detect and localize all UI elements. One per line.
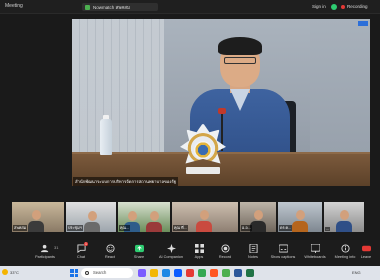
search-icon [85, 271, 89, 275]
whiteboards-button[interactable]: Whiteboards [298, 244, 332, 259]
recording-dot-icon [341, 5, 345, 9]
glasses [224, 57, 256, 64]
language-indicator[interactable]: ENG [352, 270, 361, 275]
app-icon[interactable] [210, 269, 218, 277]
meeting-toolbar: Participants 31 Chat 1 React Share AI Co… [0, 240, 380, 266]
weather-temp: 33°C [10, 269, 19, 275]
title-bar: Meeting Nowmatch สพคสม Sign in Recording [0, 0, 380, 14]
show-captions-button[interactable]: Show captions [266, 244, 300, 259]
participant-thumbnail[interactable]: ... [324, 202, 364, 232]
thumbnail-caption: สพคสม [13, 225, 28, 231]
thumbnail-caption: คุณ ที่... [173, 225, 188, 231]
security-shield-icon[interactable] [331, 4, 337, 10]
chat-badge: 1 [84, 242, 88, 246]
show-captions-label: Show captions [270, 255, 296, 259]
zoom-icon[interactable] [174, 269, 182, 277]
notes-button[interactable]: Notes [236, 244, 270, 259]
notes-icon [248, 244, 258, 253]
captions-icon [278, 244, 288, 253]
speaker-name-tag: สำนักพัฒนาระบบการบริหารจัดการสถานพยาบาลข… [73, 177, 179, 186]
participant-thumbnails: สพคสม ประชุมฯ คุณ... คุณ ที่... อ.อ... ด… [12, 202, 370, 232]
participant-thumbnail[interactable]: คุณ ที่... [172, 202, 238, 232]
share-icon [134, 244, 144, 253]
leave-label: Leave [360, 255, 372, 259]
water-bottle [100, 119, 112, 155]
thumbnail-caption: ดร.ค... [279, 225, 293, 231]
sun-icon [2, 269, 8, 275]
line-icon[interactable] [222, 269, 230, 277]
taskbar-search-placeholder: Search [93, 270, 107, 275]
speaker-view-pill[interactable]: Nowmatch สพคสม [82, 3, 158, 11]
participants-count: 31 [54, 245, 59, 250]
app-icon[interactable] [138, 269, 146, 277]
os-taskbar: 33°C Search ENG [0, 266, 380, 280]
folder-icon[interactable] [150, 269, 158, 277]
participant-thumbnail[interactable]: คุณ... [118, 202, 170, 232]
app-icon[interactable] [186, 269, 194, 277]
speaker-pill-label: Nowmatch สพคสม [93, 4, 130, 10]
apps-icon [194, 244, 204, 253]
chrome-icon[interactable] [198, 269, 206, 277]
react-icon [105, 244, 115, 253]
word-icon[interactable] [234, 269, 242, 277]
sign-in-link[interactable]: Sign in [312, 4, 326, 9]
share-label: Share [133, 255, 145, 259]
window-title: Meeting [5, 3, 23, 9]
whiteboard-icon [310, 244, 320, 253]
leave-button[interactable]: Leave [352, 244, 380, 259]
window-blinds [72, 19, 164, 154]
participant-thumbnail[interactable]: สพคสม [12, 202, 64, 232]
whiteboards-label: Whiteboards [304, 255, 326, 259]
info-icon [340, 244, 350, 253]
thumbnail-caption: ... [325, 227, 331, 231]
share-button[interactable]: Share [122, 244, 156, 259]
participant-thumbnail[interactable]: ประชุมฯ [66, 202, 116, 232]
sparkle-icon [166, 244, 176, 253]
windows-logo-icon [70, 269, 74, 273]
emblem-logo [180, 123, 226, 175]
thumbnail-caption: อ.อ... [241, 225, 252, 231]
start-button[interactable] [70, 269, 78, 277]
thumbnail-caption: คุณ... [119, 225, 131, 231]
weather-widget[interactable]: 33°C [2, 269, 19, 275]
excel-icon[interactable] [246, 269, 254, 277]
recording-label[interactable]: Recording [347, 4, 368, 9]
active-speaker-video[interactable] [72, 19, 370, 186]
screen-corner [358, 21, 368, 26]
participants-label: Participants [35, 255, 55, 259]
participants-icon [40, 244, 48, 253]
record-icon [220, 244, 230, 253]
shield-icon [85, 4, 90, 10]
leave-icon [361, 245, 371, 252]
taskbar-search[interactable]: Search [81, 268, 133, 278]
participant-thumbnail[interactable]: อ.อ... [240, 202, 276, 232]
edge-icon[interactable] [162, 269, 170, 277]
thumbnail-caption: ประชุมฯ [67, 225, 83, 231]
participant-thumbnail[interactable]: ดร.ค... [278, 202, 322, 232]
notes-label: Notes [248, 255, 258, 259]
